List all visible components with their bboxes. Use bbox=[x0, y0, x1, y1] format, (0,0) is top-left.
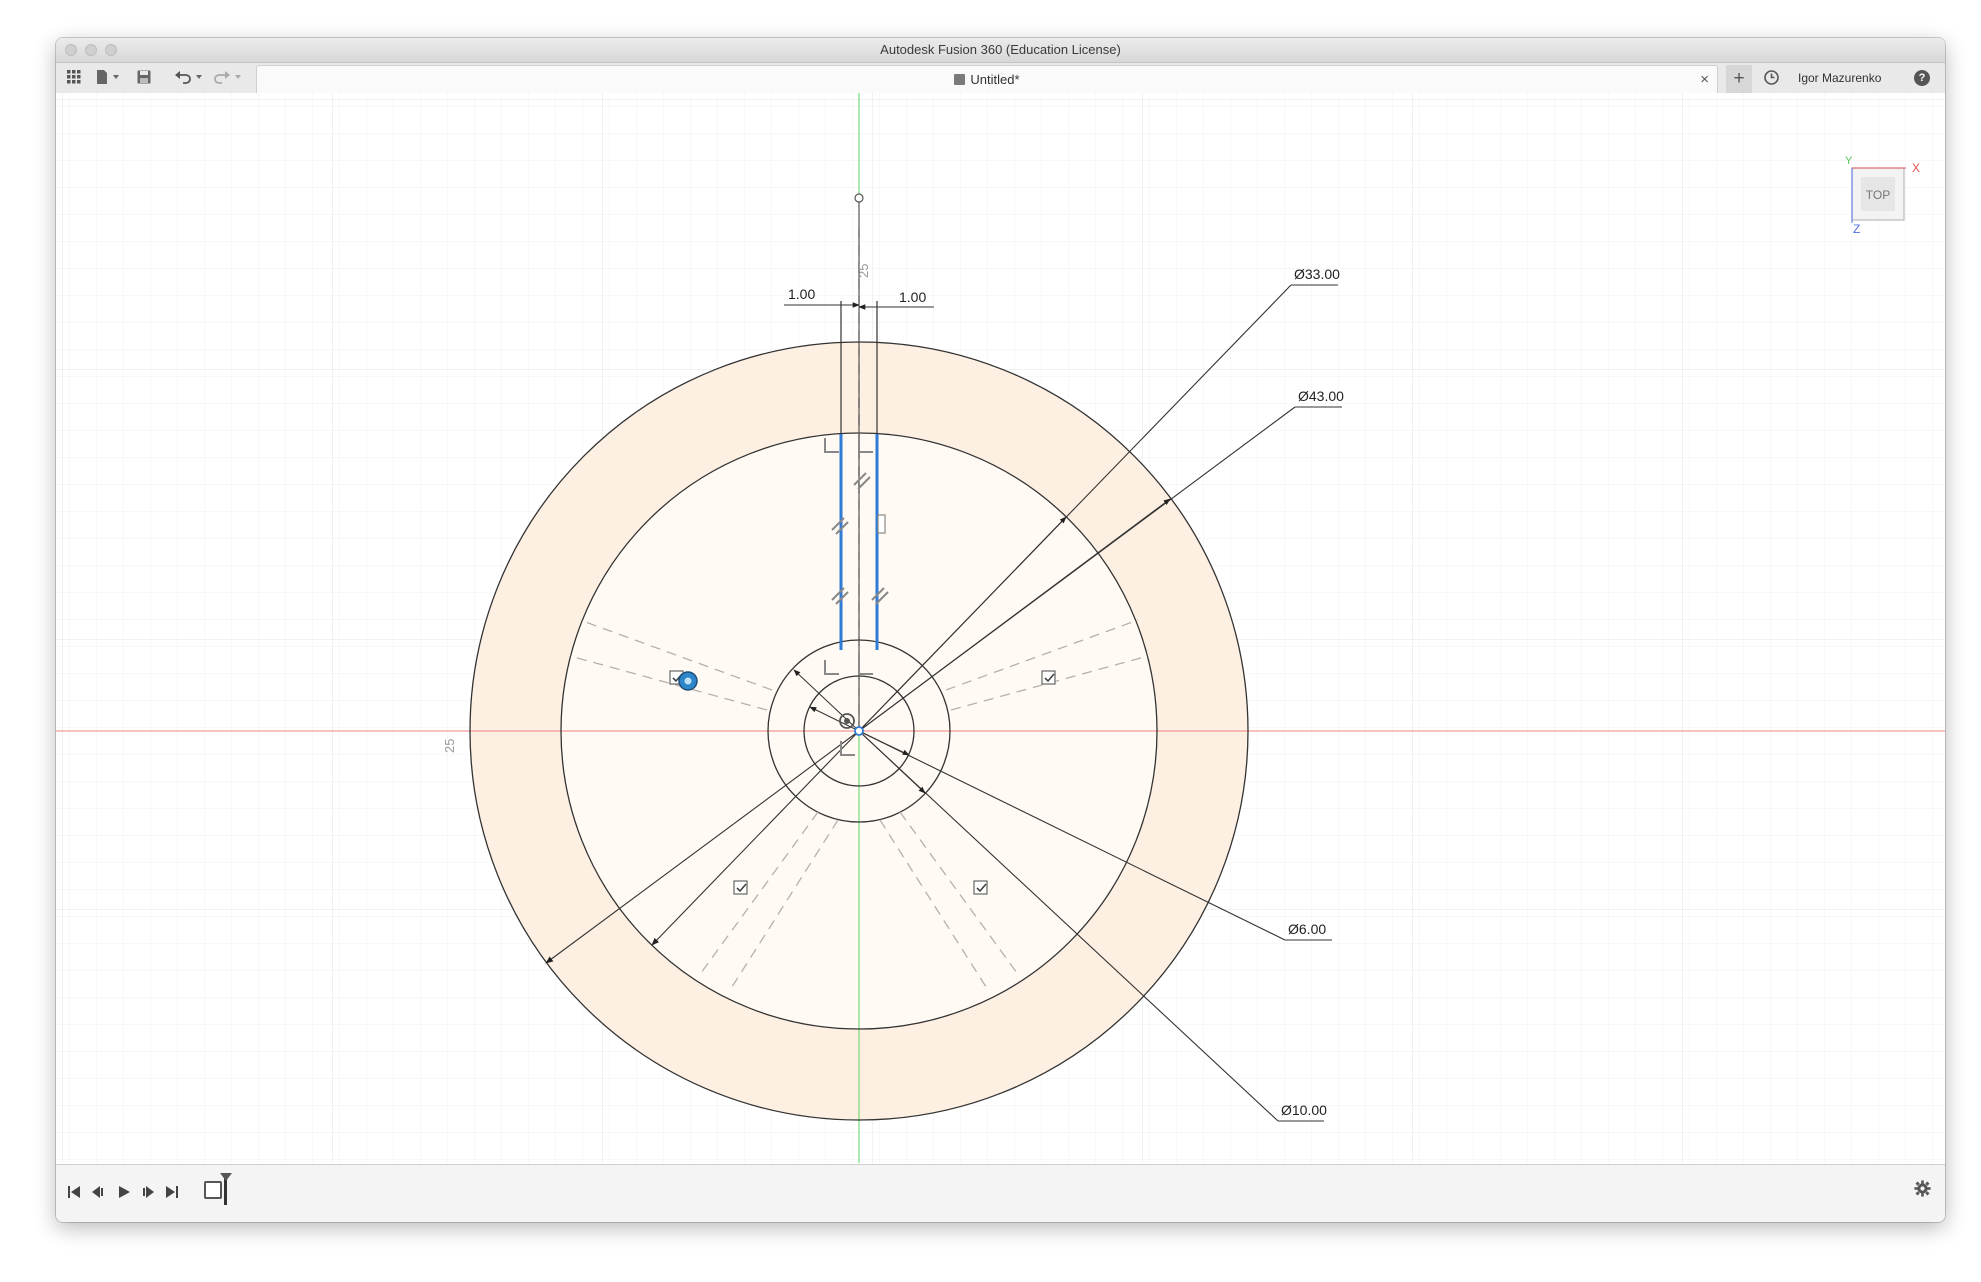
dim-slot-left-label[interactable]: 1.00 bbox=[788, 286, 815, 302]
zoom-window-button[interactable] bbox=[105, 44, 117, 56]
job-status-clock-icon[interactable] bbox=[1761, 63, 1781, 93]
step-back-icon[interactable] bbox=[88, 1180, 108, 1204]
grid-label-vertical: 25 bbox=[856, 264, 871, 278]
viewcube-z-label: Z bbox=[1853, 222, 1860, 236]
viewcube-face-label: TOP bbox=[1866, 188, 1890, 202]
close-tab-button[interactable]: × bbox=[1700, 66, 1709, 93]
skip-end-icon[interactable] bbox=[162, 1180, 182, 1204]
data-panel-grid-icon[interactable] bbox=[64, 63, 84, 93]
help-glyph: ? bbox=[1914, 70, 1930, 86]
timeline-marker-flag-icon[interactable] bbox=[220, 1173, 232, 1181]
application-toolbar: Untitled* × + Igor Mazurenko ? bbox=[56, 63, 1945, 94]
line-endpoint[interactable] bbox=[854, 193, 864, 203]
close-window-button[interactable] bbox=[65, 44, 77, 56]
pattern-checkbox-lower-left bbox=[733, 880, 748, 895]
dim-43-label[interactable]: Ø43.00 bbox=[1298, 388, 1344, 404]
help-icon[interactable]: ? bbox=[1911, 63, 1933, 93]
document-tab-label: Untitled* bbox=[970, 72, 1020, 87]
timeline-bar bbox=[56, 1164, 1945, 1222]
grid-label-horizontal: 25 bbox=[442, 739, 457, 753]
design-document-icon bbox=[954, 74, 966, 85]
dim-6-label[interactable]: Ø6.00 bbox=[1288, 921, 1326, 937]
coincident-dot bbox=[844, 718, 850, 724]
dim-slot-right-label[interactable]: 1.00 bbox=[899, 289, 926, 305]
gear-icon[interactable] bbox=[1914, 1180, 1931, 1202]
save-icon[interactable] bbox=[134, 63, 154, 93]
user-account-menu[interactable]: Igor Mazurenko bbox=[1798, 63, 1881, 93]
file-icon bbox=[97, 70, 119, 84]
pattern-checkbox-lower-right bbox=[973, 880, 988, 895]
equal-constraint-icon[interactable] bbox=[877, 514, 886, 534]
undo-icon[interactable] bbox=[172, 63, 206, 93]
dim-10-label[interactable]: Ø10.00 bbox=[1281, 1102, 1327, 1118]
file-menu-button[interactable] bbox=[94, 63, 124, 93]
dim-33-label[interactable]: Ø33.00 bbox=[1294, 266, 1340, 282]
sketch-origin-point[interactable] bbox=[854, 726, 864, 736]
sketch-viewport[interactable]: 1.00 1.00 Ø33.00 Ø43.00 Ø6.00 Ø10.00 25 … bbox=[56, 93, 1945, 1163]
new-tab-button[interactable]: + bbox=[1726, 65, 1752, 93]
circular-pattern-icon[interactable] bbox=[678, 671, 698, 691]
document-tab[interactable]: Untitled* × bbox=[256, 65, 1718, 93]
title-bar: Autodesk Fusion 360 (Education License) bbox=[56, 38, 1945, 63]
viewcube-x-label: X bbox=[1912, 161, 1920, 175]
minimize-window-button[interactable] bbox=[85, 44, 97, 56]
pattern-checkbox-right bbox=[1041, 670, 1056, 685]
timeline-sketch-feature-icon[interactable] bbox=[204, 1181, 222, 1199]
viewcube-y-label: Y bbox=[1845, 155, 1853, 167]
window-title: Autodesk Fusion 360 (Education License) bbox=[880, 42, 1121, 57]
skip-start-icon[interactable] bbox=[64, 1180, 84, 1204]
design-canvas[interactable]: 1.00 1.00 Ø33.00 Ø43.00 Ø6.00 Ø10.00 25 … bbox=[56, 93, 1945, 1163]
step-forward-icon[interactable] bbox=[138, 1180, 158, 1204]
redo-icon[interactable] bbox=[211, 63, 245, 93]
fusion-window: Autodesk Fusion 360 (Education License) … bbox=[56, 38, 1945, 1222]
play-icon[interactable] bbox=[114, 1180, 134, 1204]
